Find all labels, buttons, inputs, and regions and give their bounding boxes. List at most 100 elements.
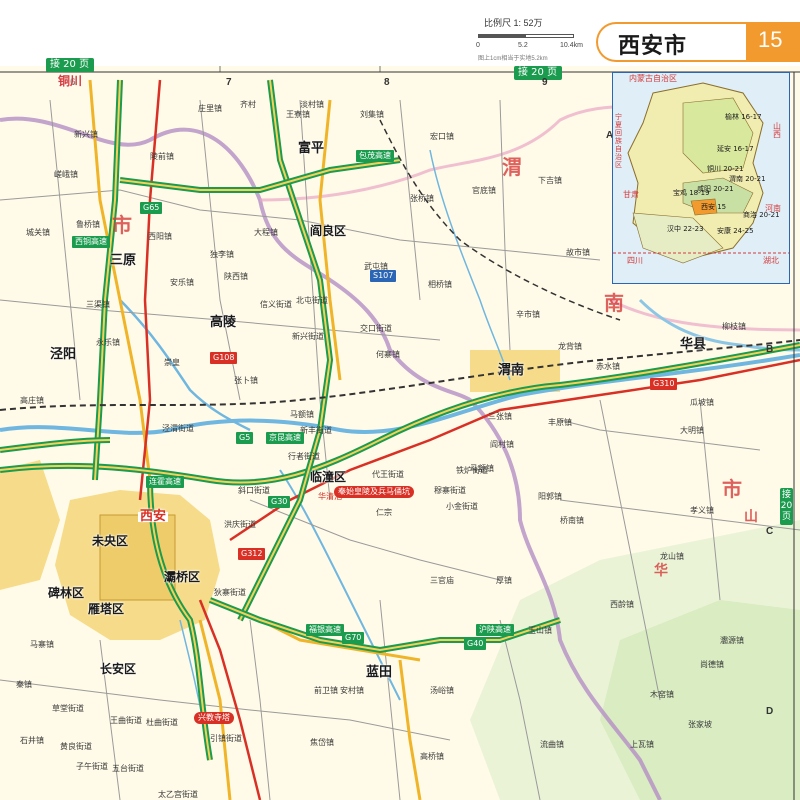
town-label: 子午街道 [76, 762, 108, 771]
town-label: 仁宗 [376, 508, 392, 517]
region-char-shan: 山 [744, 509, 758, 525]
inset-city-label: 咸阳 20-21 [697, 185, 734, 193]
page-title: 西安市 [618, 34, 688, 59]
road-label-fuyin: 福银高速 [306, 624, 344, 636]
scale-note: 图上1cm相当于实地5.2km [478, 56, 548, 62]
town-label: 太乙宫街道 [158, 790, 198, 799]
region-char-shi-west: 市 [112, 213, 132, 237]
county-lantian: 蓝田 [366, 665, 393, 680]
town-label: 瓜坡镇 [690, 398, 714, 407]
region-char-shi-east: 市 [722, 477, 742, 501]
town-label: 安乐镇 [170, 278, 194, 287]
town-label: 丰原镇 [548, 418, 572, 427]
scale-tick-1: 5.2 [518, 42, 528, 49]
town-label: 宏口镇 [430, 132, 454, 141]
town-label: 泾渭街道 [162, 424, 194, 433]
town-label: 王寮镇 [286, 110, 310, 119]
county-sanyuan: 三原 [110, 253, 137, 268]
town-label: 张家坡 [688, 720, 712, 729]
town-label: 龙背镇 [558, 342, 582, 351]
road-label-g108: G108 [210, 352, 238, 364]
town-label: 安村镇 [340, 686, 364, 695]
road-label-s107: S107 [370, 270, 397, 282]
grid-row-d: D [766, 706, 774, 717]
town-label: 黄良街道 [60, 742, 92, 751]
county-huaxian: 华县 [680, 337, 707, 352]
district-changan: 长安区 [100, 662, 137, 676]
inset-city-label: 渭南 20-21 [729, 175, 766, 183]
district-yanta: 雁塔区 [88, 602, 125, 616]
town-label: 桥南镇 [560, 516, 584, 525]
town-label: 相桥镇 [428, 280, 452, 289]
town-label: 何寨镇 [376, 350, 400, 359]
district-weiyang: 未央区 [92, 534, 129, 548]
town-label: 辛市镇 [516, 310, 540, 319]
town-label: 张卜镇 [234, 376, 258, 385]
inset-region-shanxi: 山西 [773, 122, 781, 139]
town-label: 杜曲街道 [146, 718, 178, 727]
nav-link-top-right[interactable]: 接 20 页 [514, 66, 563, 80]
inset-city-label: 延安 16-17 [717, 145, 754, 153]
town-label: 马额镇 [290, 410, 314, 419]
town-label: 大程镇 [254, 228, 278, 237]
road-label-g30: G30 [268, 496, 291, 508]
town-label: 上瓦镇 [630, 740, 654, 749]
road-label-g5: G5 [236, 432, 254, 444]
scale-bar [478, 34, 574, 38]
inset-region-gansu: 甘肃 [623, 190, 639, 199]
inset-city-label: 安康 24-25 [717, 227, 754, 235]
nav-link-right-side[interactable]: 接 20 页 [780, 488, 793, 525]
grid-col-9: 9 [542, 77, 548, 88]
town-label: 小金街道 [446, 502, 478, 511]
town-label: 嵯峨镇 [54, 170, 78, 179]
district-baqiao: 灞桥区 [164, 570, 201, 584]
road-label-hushan: 沪陕高速 [476, 624, 514, 636]
nav-link-top-left[interactable]: 接 20 页 [46, 58, 95, 72]
town-label: 狄寨街道 [214, 588, 246, 597]
road-label-g40: G40 [464, 638, 487, 650]
poi-xingjiao-temple[interactable]: 兴教寺塔 [194, 712, 234, 724]
county-fuping: 富平 [298, 141, 325, 156]
town-label: 齐村 [240, 100, 256, 109]
inset-region-ningxia: 宁夏回族自治区 [615, 113, 622, 169]
inset-region-hubei: 湖北 [763, 256, 779, 265]
town-label: 赤水镇 [596, 362, 620, 371]
town-label: 焦岱镇 [310, 738, 334, 747]
road-label-g65: G65 [140, 202, 163, 214]
grid-row-c: C [766, 526, 774, 537]
road-label-g312: G312 [238, 548, 266, 560]
town-label: 高庄镇 [20, 396, 44, 405]
town-label: 汤峪镇 [430, 686, 454, 695]
town-label: 崇皇 [164, 358, 180, 367]
inset-city-label: 榆林 16-17 [725, 113, 762, 121]
region-tongchuan: 铜川 [58, 74, 83, 88]
town-label: 陕西镇 [224, 272, 248, 281]
town-label: 陵前镇 [150, 152, 174, 161]
poi-huaqing: 华清池 [318, 492, 342, 501]
town-label: 西龄镇 [610, 600, 634, 609]
town-label: 庄里镇 [198, 104, 222, 113]
town-label: 行者街道 [288, 452, 320, 461]
inset-city-label: 铜川 20-21 [707, 165, 744, 173]
town-label: 洪庆街道 [224, 520, 256, 529]
scale-legend: 比例尺 1: 52万 0 5.2 10.4km 图上1cm相当于实地5.2km [474, 16, 584, 62]
town-label: 流曲镇 [540, 740, 564, 749]
town-label: 下吉镇 [538, 176, 562, 185]
inset-region-neimenggu: 内蒙古自治区 [629, 74, 677, 83]
county-jingyang: 泾阳 [50, 347, 77, 362]
town-label: 孝义镇 [690, 506, 714, 515]
scale-tick-2: 10.4km [560, 42, 583, 49]
region-char-wei: 渭 [502, 155, 522, 179]
town-label: 大明镇 [680, 426, 704, 435]
town-label: 阎村镇 [490, 440, 514, 449]
grid-col-7: 7 [226, 77, 232, 88]
inset-region-sichuan: 四川 [627, 256, 643, 265]
town-label: 代王街道 [372, 470, 404, 479]
inset-city-label: 汉中 22-23 [667, 225, 704, 233]
poi-terracotta[interactable]: 秦始皇陵及兵马俑坑 [334, 486, 414, 498]
road-label-jingkun: 京昆高速 [266, 432, 304, 444]
town-label: 前卫镇 [314, 686, 338, 695]
town-label: 三官庙 [430, 576, 454, 585]
town-label: 永乐镇 [96, 338, 120, 347]
town-label: 厚镇 [496, 576, 512, 585]
